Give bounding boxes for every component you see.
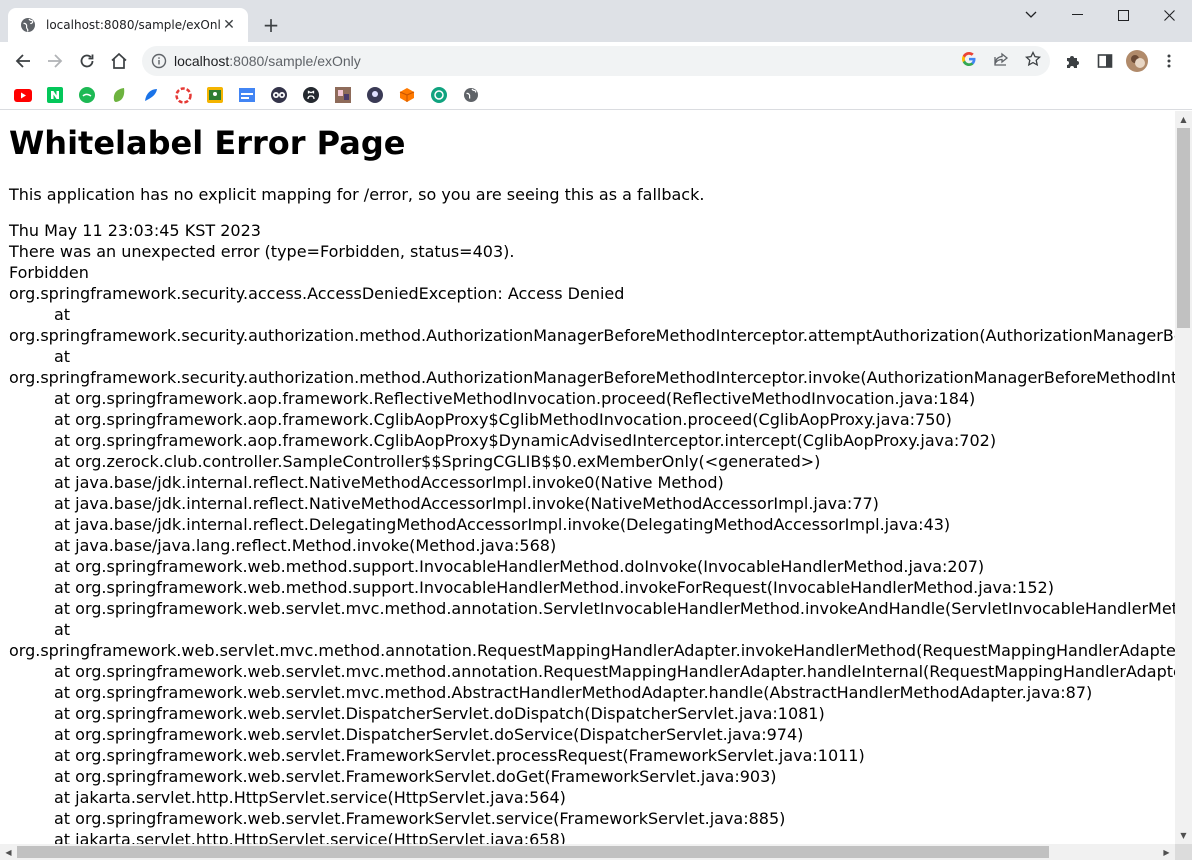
orange-box-icon[interactable] (398, 86, 416, 104)
lifebuoy-icon[interactable] (174, 86, 192, 104)
side-panel-icon[interactable] (1093, 49, 1117, 73)
vertical-scroll-thumb[interactable] (1177, 128, 1190, 328)
leaf-icon[interactable] (110, 86, 128, 104)
reload-icon[interactable] (75, 49, 99, 73)
stack-trace-line: at (54, 305, 71, 324)
stack-trace-line: at java.base/java.lang.reflect.Method.in… (54, 536, 557, 555)
avatar[interactable] (1125, 49, 1149, 73)
exception-message: org.springframework.security.access.Acce… (9, 284, 625, 303)
browser-toolbar: localhost:8080/sample/exOnly (0, 42, 1192, 80)
feather-icon[interactable] (142, 86, 160, 104)
scroll-down-icon[interactable]: ▼ (1175, 827, 1192, 844)
stack-trace: at org.springframework.security.authoriza… (9, 304, 1175, 844)
close-tab-icon[interactable]: ✕ (220, 16, 238, 34)
page-viewport: Whitelabel Error Page This application h… (0, 111, 1175, 844)
new-tab-button[interactable]: + (260, 14, 282, 36)
url-host: localhost (174, 53, 230, 69)
github-icon[interactable] (302, 86, 320, 104)
scrollbar-corner (1175, 844, 1192, 860)
error-timestamp: Thu May 11 23:03:45 KST 2023 (9, 221, 261, 240)
share-icon[interactable] (991, 49, 1011, 69)
url-text: localhost:8080/sample/exOnly (174, 53, 361, 69)
google-icon[interactable] (959, 49, 979, 69)
kebab-menu-icon[interactable] (1157, 49, 1181, 73)
stack-trace-line: at org.springframework.aop.framework.Cgl… (54, 431, 997, 450)
photo-icon[interactable] (206, 86, 224, 104)
green-circle-icon[interactable] (78, 86, 96, 104)
owl-icon[interactable] (270, 86, 288, 104)
back-arrow-icon[interactable] (11, 49, 35, 73)
stack-trace-line: at java.base/jdk.internal.reflect.Native… (54, 473, 724, 492)
tab-strip: localhost:8080/sample/exOnly ✕ + (0, 0, 1192, 42)
stack-trace-line: at org.zerock.club.controller.SampleCont… (54, 452, 821, 471)
bookmarks-bar (0, 80, 1192, 110)
stack-trace-line: org.springframework.security.authorizati… (9, 326, 1175, 345)
youtube-icon[interactable] (14, 86, 32, 104)
stack-trace-line: at org.springframework.web.servlet.Dispa… (54, 725, 804, 744)
stack-trace-line: at java.base/jdk.internal.reflect.Native… (54, 494, 879, 513)
tab-title: localhost:8080/sample/exOnly (46, 18, 220, 32)
stack-trace-line: at org.springframework.web.servlet.mvc.m… (54, 662, 1175, 681)
stack-trace-line: at org.springframework.web.servlet.mvc.m… (54, 599, 1175, 618)
address-bar[interactable]: localhost:8080/sample/exOnly (142, 46, 1050, 76)
stack-trace-line: at (54, 347, 71, 366)
stack-trace-line: at org.springframework.web.servlet.Frame… (54, 809, 786, 828)
picture-icon[interactable] (334, 86, 352, 104)
star-icon[interactable] (1023, 49, 1043, 69)
error-status: Forbidden (9, 263, 89, 282)
error-details: Thu May 11 23:03:45 KST 2023 There was an… (9, 220, 1175, 844)
stack-trace-line: at java.base/jdk.internal.reflect.Delega… (54, 515, 951, 534)
stack-trace-line: at org.springframework.web.method.suppor… (54, 557, 985, 576)
url-path: :8080/sample/exOnly (229, 53, 361, 69)
minimize-icon[interactable] (1054, 0, 1100, 30)
stack-trace-line: at org.springframework.web.servlet.mvc.m… (54, 683, 1093, 702)
page-title: Whitelabel Error Page (9, 124, 406, 162)
horizontal-scrollbar[interactable]: ◀ ▶ (0, 844, 1175, 860)
stack-trace-line: org.springframework.security.authorizati… (9, 368, 1175, 387)
globe-icon[interactable] (462, 86, 480, 104)
scroll-right-icon[interactable]: ▶ (1158, 844, 1175, 860)
stack-trace-line: at org.springframework.web.servlet.Dispa… (54, 704, 825, 723)
stack-trace-line: org.springframework.web.servlet.mvc.meth… (9, 641, 1175, 660)
naver-icon[interactable] (46, 86, 64, 104)
puzzle-icon[interactable] (1061, 49, 1085, 73)
stack-trace-line: at org.springframework.web.method.suppor… (54, 578, 1054, 597)
maximize-icon[interactable] (1100, 0, 1146, 30)
fallback-message: This application has no explicit mapping… (9, 185, 705, 204)
scroll-up-icon[interactable]: ▲ (1175, 111, 1192, 128)
stack-trace-line: at org.springframework.aop.framework.Ref… (54, 389, 976, 408)
forward-arrow-icon[interactable] (43, 49, 67, 73)
dark-avatar-icon[interactable] (366, 86, 384, 104)
error-page: Whitelabel Error Page This application h… (9, 111, 1175, 844)
error-summary: There was an unexpected error (type=Forb… (9, 242, 515, 261)
openai-icon[interactable] (430, 86, 448, 104)
stack-trace-line: at org.springframework.web.servlet.Frame… (54, 746, 865, 765)
horizontal-scroll-thumb[interactable] (17, 846, 1049, 858)
stack-trace-line: at org.springframework.web.servlet.Frame… (54, 767, 777, 786)
home-icon[interactable] (107, 49, 131, 73)
grid-icon[interactable] (238, 86, 256, 104)
stack-trace-line: at jakarta.servlet.http.HttpServlet.serv… (54, 788, 566, 807)
globe-icon (20, 17, 36, 33)
stack-trace-line: at org.springframework.aop.framework.Cgl… (54, 410, 952, 429)
stack-trace-line: at (54, 620, 71, 639)
chevron-down-icon[interactable] (1008, 0, 1054, 30)
close-window-icon[interactable] (1146, 0, 1192, 30)
scroll-left-icon[interactable]: ◀ (0, 844, 17, 860)
stack-trace-line: at jakarta.servlet.http.HttpServlet.serv… (54, 830, 566, 844)
vertical-scrollbar[interactable]: ▲ ▼ (1175, 111, 1192, 844)
active-tab[interactable]: localhost:8080/sample/exOnly ✕ (8, 8, 248, 42)
info-icon[interactable] (150, 52, 168, 70)
